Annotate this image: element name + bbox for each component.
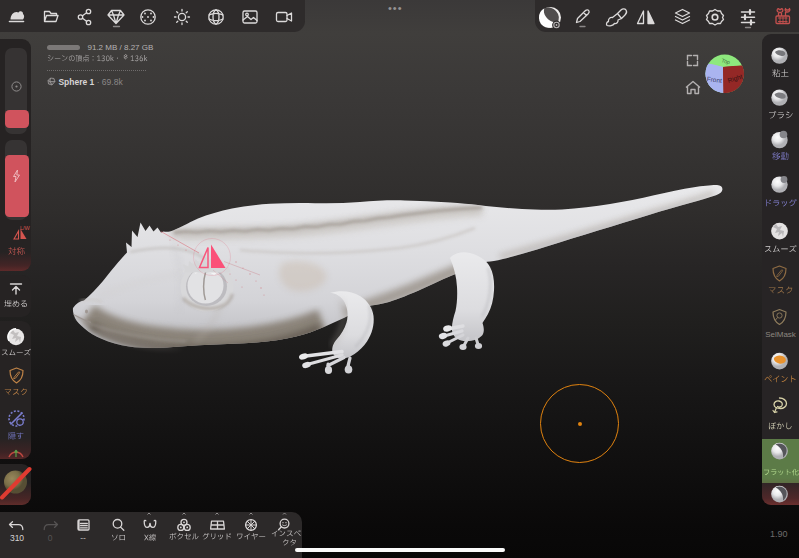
svg-text:L/W: L/W (20, 225, 31, 231)
